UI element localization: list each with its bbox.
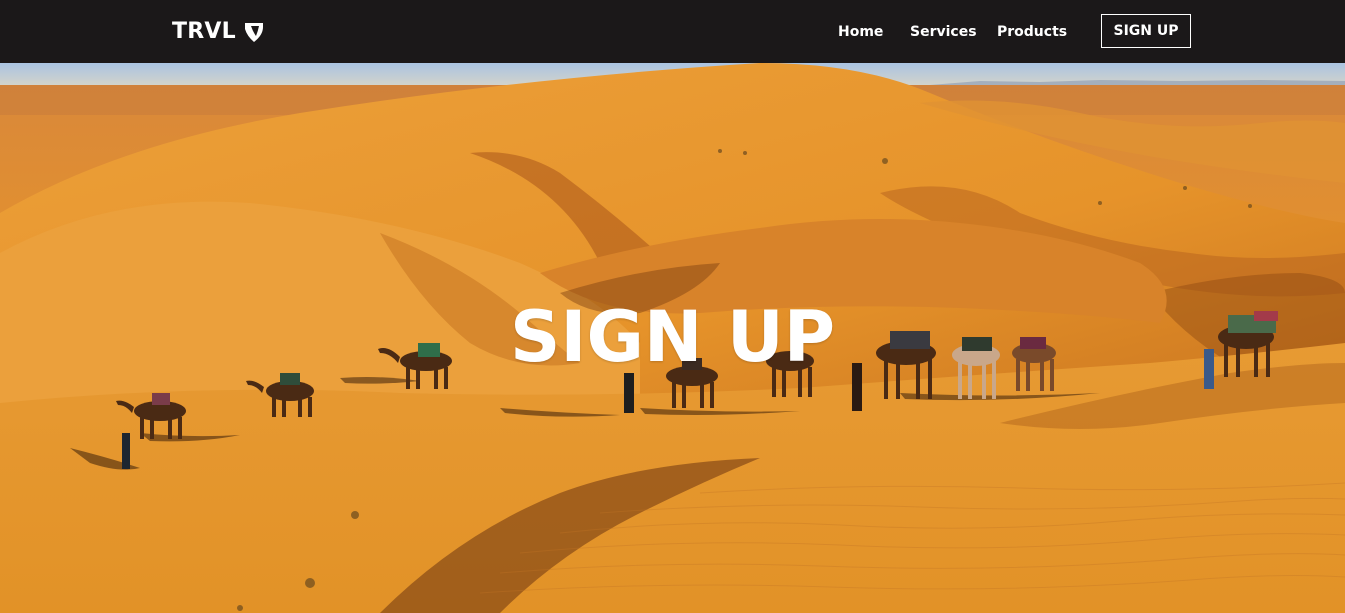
nav-link-products[interactable]: Products <box>997 21 1067 43</box>
nav-link-home[interactable]: Home <box>838 21 883 43</box>
brand-name: TRVL <box>172 19 236 44</box>
nav-signup-button[interactable]: SIGN UP <box>1101 14 1191 48</box>
hero-section: SIGN UP <box>0 63 1345 613</box>
brand-link[interactable]: TRVL <box>172 17 265 47</box>
nav-link-services[interactable]: Services <box>910 21 977 43</box>
typo3-logo-icon <box>244 23 263 42</box>
navbar: TRVL Home Services Products SIGN UP <box>0 0 1345 63</box>
hero-title: SIGN UP <box>509 296 835 378</box>
